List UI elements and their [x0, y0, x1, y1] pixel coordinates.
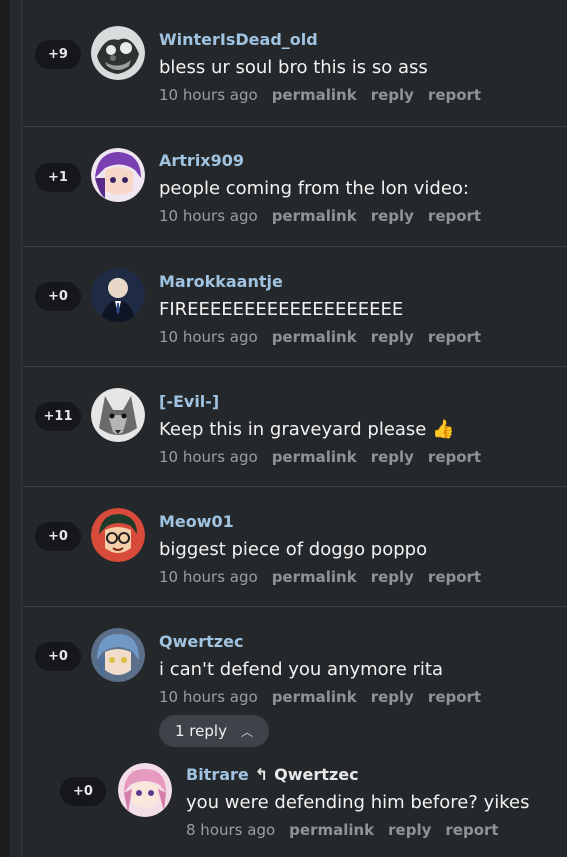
username-label[interactable]: Qwertzec	[159, 632, 243, 652]
timestamp: 10 hours ago	[159, 86, 258, 104]
avatar[interactable]	[91, 26, 145, 80]
comment-text: biggest piece of doggo poppo	[159, 539, 428, 560]
reply-comment: +0 Bitrare ↰ Qwertzec you were defending…	[23, 759, 567, 857]
username[interactable]: [-Evil-]	[159, 392, 557, 412]
username-label[interactable]: [-Evil-]	[159, 392, 219, 412]
timestamp: 10 hours ago	[159, 688, 258, 706]
report-link[interactable]: report	[428, 568, 481, 586]
report-link[interactable]: report	[428, 207, 481, 225]
timestamp: 10 hours ago	[159, 207, 258, 225]
username[interactable]: Qwertzec	[159, 632, 567, 652]
avatar[interactable]	[91, 148, 145, 202]
comment-meta: 10 hours ago permalink reply report	[159, 328, 557, 346]
username-label[interactable]: Artrix909	[159, 151, 244, 171]
username-label[interactable]: Bitrare	[186, 765, 249, 785]
reply-link[interactable]: reply	[371, 448, 414, 466]
username[interactable]: Bitrare ↰ Qwertzec	[186, 765, 557, 785]
reply-arrow-icon: ↰	[254, 765, 269, 784]
username[interactable]: Marokkaantje	[159, 272, 557, 292]
chevron-up-icon: ︿	[240, 724, 253, 739]
timestamp: 8 hours ago	[186, 821, 276, 839]
report-link[interactable]: report	[428, 328, 481, 346]
username[interactable]: WinterIsDead_old	[159, 30, 557, 50]
avatar[interactable]	[118, 763, 172, 817]
username-label[interactable]: WinterIsDead_old	[159, 30, 318, 50]
comment-feed: +9 WinterIsDead_old bless ur soul bro th…	[23, 0, 567, 857]
username-label[interactable]: Meow01	[159, 512, 234, 532]
reply-link[interactable]: reply	[371, 568, 414, 586]
avatar[interactable]	[91, 388, 145, 442]
comment: +0 Marokkaantje FIREEEEEEEEEEEEEEEEEEE 1…	[23, 247, 567, 367]
username[interactable]: Meow01	[159, 512, 557, 532]
comments-page: +9 WinterIsDead_old bless ur soul bro th…	[0, 0, 567, 857]
comment-text: FIREEEEEEEEEEEEEEEEEEE	[159, 299, 404, 320]
timestamp: 10 hours ago	[159, 328, 258, 346]
comment-text: people coming from the lon video:	[159, 178, 469, 199]
score-badge[interactable]: +9	[35, 40, 81, 69]
score-badge[interactable]: +11	[35, 402, 81, 431]
reply-link[interactable]: reply	[371, 86, 414, 104]
score-badge[interactable]: +1	[35, 163, 81, 192]
comment-text: you were defending him before? yikes	[186, 792, 530, 813]
permalink-link[interactable]: permalink	[272, 568, 357, 586]
toggle-replies-button[interactable]: 1 reply ︿	[159, 715, 269, 747]
timestamp: 10 hours ago	[159, 448, 258, 466]
comment-meta: 10 hours ago permalink reply report	[159, 448, 557, 466]
replies-count-label: 1 reply	[175, 722, 227, 740]
comment-meta: 10 hours ago permalink reply report	[159, 86, 557, 104]
report-link[interactable]: report	[445, 821, 498, 839]
score-badge[interactable]: +0	[60, 777, 106, 806]
comment-meta: 8 hours ago permalink reply report	[186, 821, 557, 839]
thread-indent-bar	[10, 0, 22, 857]
avatar[interactable]	[91, 268, 145, 322]
comment-meta: 10 hours ago permalink reply report	[159, 207, 557, 225]
comment-meta: 10 hours ago permalink reply report	[159, 688, 567, 706]
permalink-link[interactable]: permalink	[272, 448, 357, 466]
reply-link[interactable]: reply	[371, 688, 414, 706]
comment: +0 Meow01 biggest piece of doggo poppo 1…	[23, 487, 567, 607]
permalink-link[interactable]: permalink	[272, 328, 357, 346]
comment-text: i can't defend you anymore rita	[159, 659, 443, 680]
score-badge[interactable]: +0	[35, 642, 81, 671]
comment: +9 WinterIsDead_old bless ur soul bro th…	[23, 0, 567, 127]
permalink-link[interactable]: permalink	[272, 86, 357, 104]
permalink-link[interactable]: permalink	[289, 821, 374, 839]
report-link[interactable]: report	[428, 448, 481, 466]
score-badge[interactable]: +0	[35, 282, 81, 311]
comment: +11 [-Evil-] Keep this in graveyard plea…	[23, 367, 567, 487]
report-link[interactable]: report	[428, 688, 481, 706]
comment: +0 Qwertzec i can't defend you anymore r…	[23, 607, 567, 857]
comment-meta: 10 hours ago permalink reply report	[159, 568, 557, 586]
username[interactable]: Artrix909	[159, 151, 557, 171]
permalink-link[interactable]: permalink	[272, 688, 357, 706]
timestamp: 10 hours ago	[159, 568, 258, 586]
comment-text: bless ur soul bro this is so ass	[159, 57, 428, 78]
score-badge[interactable]: +0	[35, 522, 81, 551]
reply-link[interactable]: reply	[371, 207, 414, 225]
report-link[interactable]: report	[428, 86, 481, 104]
permalink-link[interactable]: permalink	[272, 207, 357, 225]
comment-text: Keep this in graveyard please 👍	[159, 419, 455, 440]
comment: +1 Artrix909 people coming from the lon …	[23, 127, 567, 247]
reply-target-username[interactable]: Qwertzec	[274, 765, 358, 785]
left-strip	[0, 0, 10, 857]
reply-link[interactable]: reply	[371, 328, 414, 346]
username-label[interactable]: Marokkaantje	[159, 272, 283, 292]
avatar[interactable]	[91, 508, 145, 562]
avatar[interactable]	[91, 628, 145, 682]
reply-link[interactable]: reply	[388, 821, 431, 839]
